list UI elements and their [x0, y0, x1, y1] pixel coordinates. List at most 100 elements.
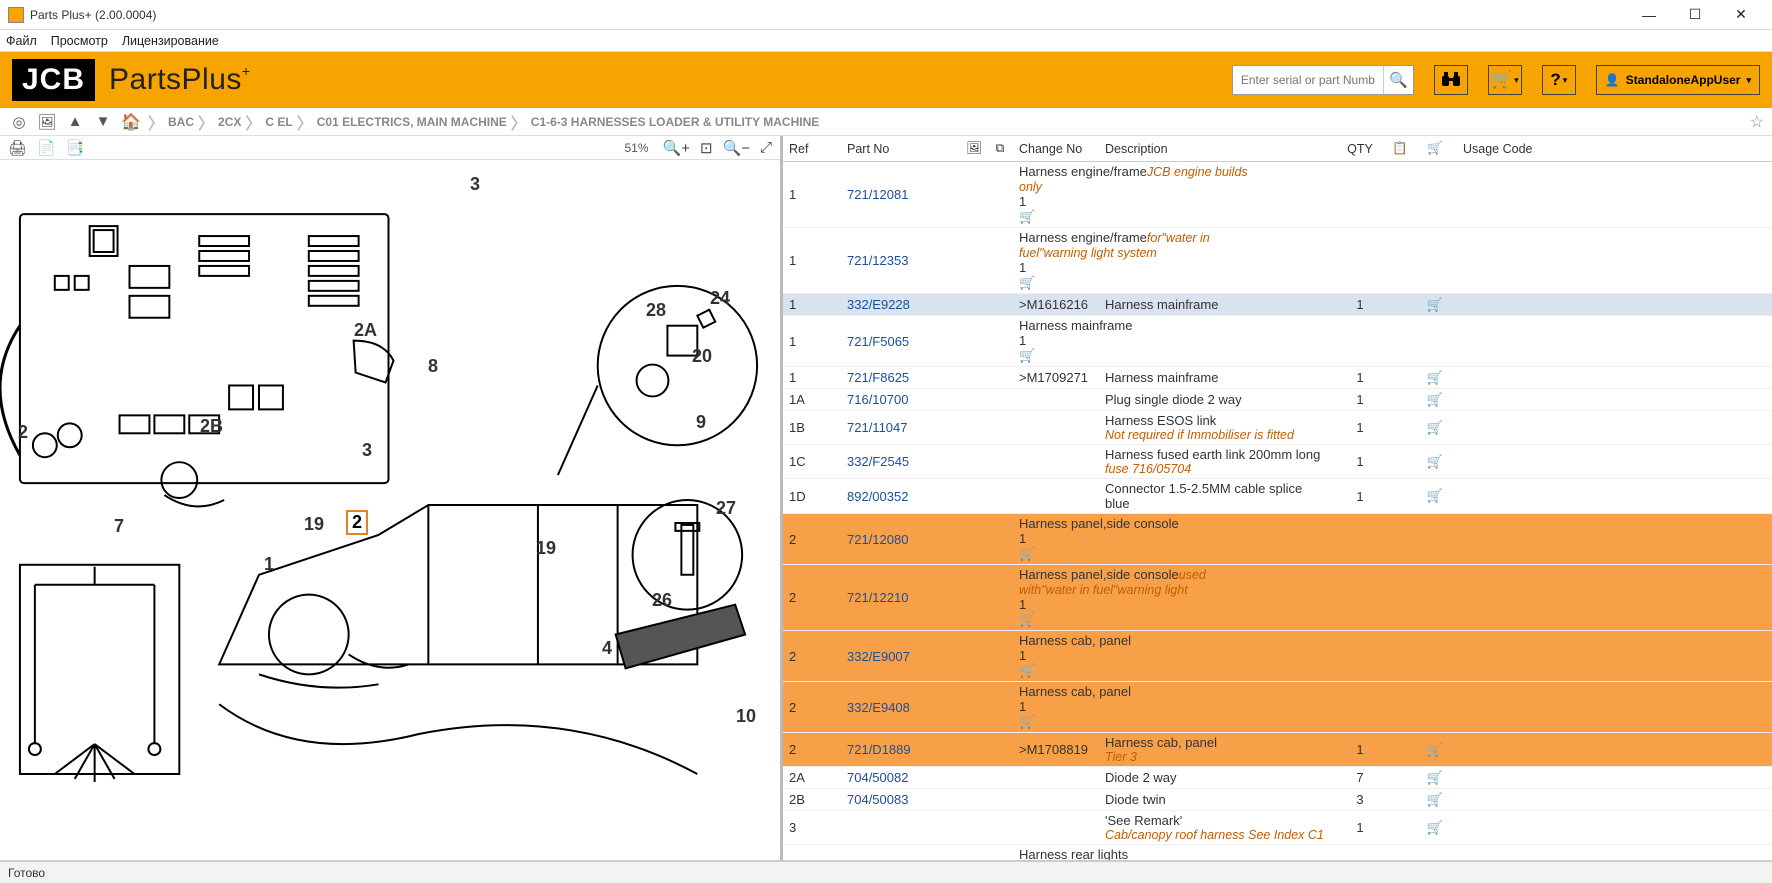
callout-9[interactable]: 9	[696, 412, 706, 433]
table-row[interactable]: 3'See Remark'Cab/canopy roof harness See…	[783, 811, 1772, 845]
cell-part[interactable]: 721/12210	[841, 565, 961, 630]
cell-part[interactable]: 721/11047	[841, 411, 961, 444]
cell-cart[interactable]: 🛒	[1413, 367, 1457, 388]
callout-3b[interactable]: 3	[362, 440, 372, 461]
callout-7[interactable]: 7	[114, 516, 124, 537]
callout-3a[interactable]: 3	[470, 174, 480, 195]
col-cart-icon[interactable]: 🛒	[1413, 136, 1457, 161]
callout-1[interactable]: 1	[264, 554, 274, 575]
col-tree-icon[interactable]: ⧉	[987, 136, 1013, 161]
zoom-reset-icon[interactable]: ⤢	[758, 139, 774, 156]
col-ref[interactable]: Ref	[783, 136, 841, 161]
nav-down-icon[interactable]: ▼	[92, 111, 114, 133]
diagram-viewport[interactable]: 3 2A 8 28 24 20 2 2B 9 3 7 19 2 19 1 27 …	[0, 160, 780, 860]
breadcrumb-item[interactable]: 〉C1-6-3 HARNESSES LOADER & UTILITY MACHI…	[511, 110, 820, 134]
cell-part[interactable]: 721/D1889	[841, 733, 961, 766]
col-desc[interactable]: Description	[1099, 136, 1333, 161]
table-row[interactable]: 1721/12353Harness engine/framefor"water …	[783, 228, 1772, 294]
table-row[interactable]: 1D892/00352Connector 1.5-2.5MM cable spl…	[783, 479, 1772, 514]
cell-part[interactable]: 332/E9408	[841, 682, 961, 732]
cell-part[interactable]: 721/12080	[841, 514, 961, 564]
cell-cart[interactable]: 🛒	[1019, 663, 1063, 679]
callout-28[interactable]: 28	[646, 300, 666, 321]
cell-cart[interactable]: 🛒	[1413, 733, 1457, 766]
cell-part[interactable]: 704/50083	[841, 789, 961, 810]
table-row[interactable]: 2332/E9007Harness cab, panel1🛒	[783, 631, 1772, 682]
window-maximize[interactable]: ☐	[1672, 0, 1718, 30]
target-icon[interactable]: ◎	[8, 111, 30, 133]
cell-cart[interactable]: 🛒	[1019, 348, 1063, 364]
table-row[interactable]: 1B721/11047Harness ESOS linkNot required…	[783, 411, 1772, 445]
window-close[interactable]: ✕	[1718, 0, 1764, 30]
cell-cart[interactable]: 🛒	[1413, 445, 1457, 478]
table-row[interactable]: 1C332/F2545Harness fused earth link 200m…	[783, 445, 1772, 479]
cell-part[interactable]: 332/E9228	[841, 294, 961, 315]
cell-part[interactable]: 721/10776	[841, 845, 961, 860]
table-row[interactable]: 2721/12210Harness panel,side consoleused…	[783, 565, 1772, 631]
callout-20[interactable]: 20	[692, 346, 712, 367]
user-menu[interactable]: 👤 StandaloneAppUser ▾	[1596, 65, 1760, 95]
cell-part[interactable]: 721/F8625	[841, 367, 961, 388]
home-icon[interactable]: 🏠	[120, 111, 142, 133]
table-row[interactable]: 2B704/50083Diode twin3🛒	[783, 789, 1772, 811]
breadcrumb-item[interactable]: 〉C EL	[245, 110, 292, 134]
search-input[interactable]	[1233, 66, 1383, 94]
menu-file[interactable]: Файл	[6, 34, 37, 48]
cell-part[interactable]: 704/50082	[841, 767, 961, 788]
callout-10[interactable]: 10	[736, 706, 756, 727]
cell-cart[interactable]: 🛒	[1413, 789, 1457, 810]
cell-cart[interactable]: 🛒	[1413, 767, 1457, 788]
cell-part[interactable]	[841, 811, 961, 844]
col-part[interactable]: Part No	[841, 136, 961, 161]
callout-2[interactable]: 2	[18, 422, 28, 443]
breadcrumb-item[interactable]: 〉C01 ELECTRICS, MAIN MACHINE	[297, 110, 507, 134]
cell-cart[interactable]: 🛒	[1413, 411, 1457, 444]
cell-part[interactable]: 721/12353	[841, 228, 961, 293]
table-row[interactable]: 1A716/10700Plug single diode 2 way1🛒	[783, 389, 1772, 411]
export-icon[interactable]: 📄	[35, 139, 58, 157]
table-row[interactable]: 1721/F8625>M1709271Harness mainframe1🛒	[783, 367, 1772, 389]
callout-26[interactable]: 26	[652, 590, 672, 611]
callout-19a[interactable]: 19	[304, 514, 324, 535]
search-button[interactable]: 🔍	[1383, 66, 1413, 94]
cell-cart[interactable]: 🛒	[1413, 294, 1457, 315]
cell-cart[interactable]: 🛒	[1019, 612, 1063, 628]
col-usage[interactable]: Usage Code	[1457, 136, 1772, 161]
zoom-in-icon[interactable]: 🔍+	[661, 139, 692, 157]
picture-icon[interactable]: 🖼	[36, 111, 58, 133]
favorite-icon[interactable]: ☆	[1750, 112, 1764, 132]
cell-part[interactable]: 721/12081	[841, 162, 961, 227]
table-row[interactable]: 2A704/50082Diode 2 way7🛒	[783, 767, 1772, 789]
table-row[interactable]: 2721/12080Harness panel,side console1🛒	[783, 514, 1772, 565]
cell-cart[interactable]: 🛒	[1413, 479, 1457, 513]
print-icon[interactable]: 🖨	[6, 139, 29, 157]
table-row[interactable]: 1332/E9228>M1616216Harness mainframe1🛒	[783, 294, 1772, 316]
cell-part[interactable]: 716/10700	[841, 389, 961, 410]
cell-cart[interactable]: 🛒	[1413, 389, 1457, 410]
col-change[interactable]: Change No	[1013, 136, 1099, 161]
table-row[interactable]: 1721/12081Harness engine/frameJCB engine…	[783, 162, 1772, 228]
zoom-fit-icon[interactable]: ⊡	[698, 139, 715, 157]
export2-icon[interactable]: 📑	[64, 139, 87, 157]
callout-4[interactable]: 4	[602, 638, 612, 659]
menu-view[interactable]: Просмотр	[51, 34, 108, 48]
zoom-out-icon[interactable]: 🔍−	[721, 139, 752, 157]
cell-part[interactable]: 721/F5065	[841, 316, 961, 366]
window-minimize[interactable]: —	[1626, 0, 1672, 30]
callout-2-boxed[interactable]: 2	[346, 510, 368, 535]
col-note-icon[interactable]: 📋	[1387, 136, 1413, 161]
col-qty[interactable]: QTY	[1333, 136, 1387, 161]
cell-part[interactable]: 892/00352	[841, 479, 961, 513]
grid-body[interactable]: 1721/12081Harness engine/frameJCB engine…	[783, 162, 1772, 860]
table-row[interactable]: 1721/F5065Harness mainframe1🛒	[783, 316, 1772, 367]
cell-cart[interactable]: 🛒	[1413, 811, 1457, 844]
binoculars-button[interactable]	[1434, 65, 1468, 95]
table-row[interactable]: 2332/E9408Harness cab, panel1🛒	[783, 682, 1772, 733]
cell-cart[interactable]: 🛒	[1019, 209, 1063, 225]
callout-8[interactable]: 8	[428, 356, 438, 377]
cart-button[interactable]: 🛒▾	[1488, 65, 1522, 95]
callout-19b[interactable]: 19	[536, 538, 556, 559]
table-row[interactable]: 4721/10776Harness rear lights1🛒	[783, 845, 1772, 860]
menu-license[interactable]: Лицензирование	[122, 34, 219, 48]
breadcrumb-item[interactable]: 〉BAC	[148, 110, 194, 134]
